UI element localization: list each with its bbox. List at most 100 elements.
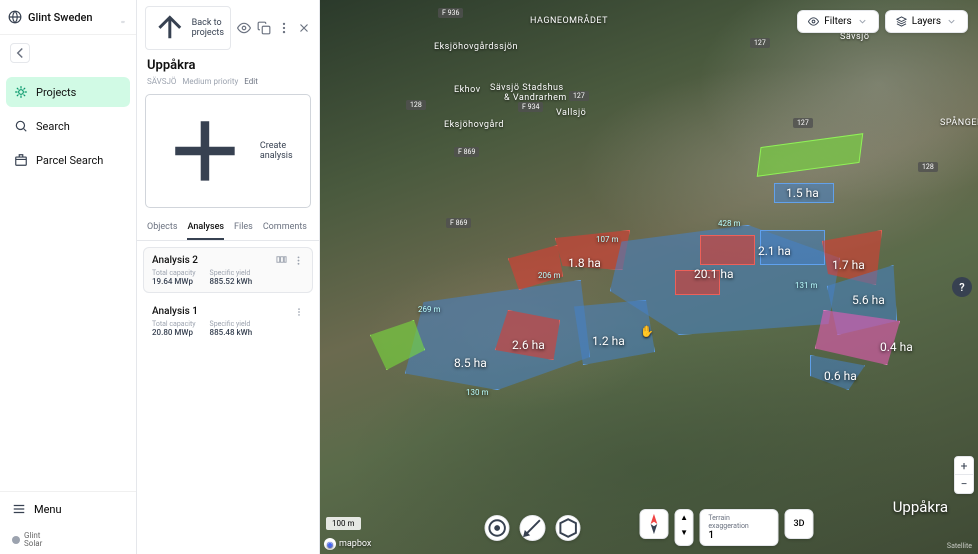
dimension-label: 107 m bbox=[596, 235, 619, 244]
stat-value: 885.48 kWh bbox=[210, 328, 253, 337]
more-button[interactable] bbox=[277, 21, 291, 35]
terrain-value: 1 bbox=[708, 530, 769, 541]
layers-label: Layers bbox=[912, 16, 941, 27]
map-parcel-polygon[interactable] bbox=[700, 235, 755, 265]
sidebar-label: Search bbox=[36, 120, 70, 133]
terrain-exaggeration-control[interactable]: Terrain exaggeration 1 bbox=[699, 509, 778, 546]
zoom-control: + − bbox=[954, 456, 974, 494]
sidebar-item-search[interactable]: Search bbox=[6, 111, 130, 141]
plus-icon bbox=[154, 100, 256, 202]
parcel-area-label: 1.7 ha bbox=[832, 258, 865, 272]
stat-label: Total capacity bbox=[152, 269, 196, 277]
dimension-label: 428 m bbox=[718, 219, 741, 228]
analysis-card[interactable]: Analysis 2 Total capacity19.64 MWp Speci… bbox=[143, 247, 313, 293]
parcel-area-label: 1.2 ha bbox=[592, 334, 625, 348]
stat-label: Specific yield bbox=[210, 269, 253, 277]
zoom-in-button[interactable]: + bbox=[955, 457, 973, 475]
map-place-label: HAGNEOMRÅDET bbox=[530, 16, 608, 26]
close-panel-button[interactable] bbox=[297, 21, 311, 35]
map-place-label: Ekhov bbox=[454, 85, 481, 95]
back-label: Back to projects bbox=[192, 18, 224, 38]
map-place-label: Eksjöhovgård bbox=[444, 120, 504, 130]
sidebar-label: Parcel Search bbox=[36, 154, 103, 167]
compass-button[interactable] bbox=[639, 509, 668, 539]
stat-label: Specific yield bbox=[210, 320, 253, 328]
org-selector[interactable]: Glint Sweden bbox=[0, 0, 136, 35]
parcel-icon bbox=[14, 153, 28, 167]
help-button[interactable]: ? bbox=[952, 277, 972, 297]
map-canvas[interactable]: HAGNEOMRÅDETVallsjöEksjöhovgårdEksjöhovg… bbox=[320, 0, 978, 554]
more-icon[interactable] bbox=[293, 254, 304, 267]
analysis-card[interactable]: Analysis 1 Total capacity20.80 MWp Speci… bbox=[143, 299, 313, 344]
stat-value: 19.64 MWp bbox=[152, 277, 196, 286]
measure-button[interactable] bbox=[520, 515, 545, 541]
sidebar-label: Projects bbox=[36, 86, 76, 99]
project-name-overlay: Uppåkra bbox=[893, 498, 948, 516]
tilt-down-button[interactable]: ▼ bbox=[675, 525, 693, 540]
mapbox-attribution: ◉ mapbox bbox=[324, 538, 371, 550]
road-shield: 127 bbox=[569, 91, 589, 101]
map-parcel-polygon[interactable] bbox=[757, 133, 864, 177]
dimension-label: 269 m bbox=[418, 305, 441, 314]
sidebar-item-projects[interactable]: Projects bbox=[6, 77, 130, 107]
tab-comments[interactable]: Comments bbox=[263, 216, 307, 240]
sidebar-collapse-button[interactable] bbox=[10, 43, 30, 63]
sidebar-menu-button[interactable]: Menu bbox=[0, 492, 136, 526]
draw-polygon-button[interactable] bbox=[555, 515, 580, 541]
edit-project-button[interactable]: Edit bbox=[244, 77, 258, 86]
project-meta: SÄVSJÖ Medium priority Edit bbox=[137, 75, 319, 94]
parcel-area-label: 0.6 ha bbox=[824, 369, 857, 383]
panels-icon[interactable] bbox=[276, 254, 287, 265]
map-parcel-polygon[interactable] bbox=[405, 280, 590, 390]
dimension-label: 206 m bbox=[538, 271, 561, 280]
tab-files[interactable]: Files bbox=[234, 216, 253, 240]
tab-analyses[interactable]: Analyses bbox=[187, 216, 224, 240]
parcel-area-label: 0.4 ha bbox=[880, 340, 913, 354]
cursor-icon: ✋ bbox=[640, 325, 654, 338]
search-icon bbox=[14, 119, 28, 133]
visibility-toggle-button[interactable] bbox=[237, 21, 251, 35]
layers-button[interactable]: Layers bbox=[885, 10, 968, 33]
basemap-label: Satellite bbox=[947, 542, 972, 550]
parcel-area-label: 8.5 ha bbox=[454, 356, 487, 370]
chevron-down-icon bbox=[118, 12, 128, 22]
back-to-projects-button[interactable]: Back to projects bbox=[145, 6, 231, 50]
zoom-out-button[interactable]: − bbox=[955, 475, 973, 493]
more-icon[interactable] bbox=[294, 306, 304, 318]
toggle-3d-button[interactable]: 3D bbox=[785, 509, 814, 539]
stat-value: 20.80 MWp bbox=[152, 328, 196, 337]
copy-button[interactable] bbox=[257, 21, 271, 35]
map-place-label: SPÅNGEN bbox=[940, 118, 978, 128]
project-panel: Back to projects Uppåkra SÄVSJÖ Medium p… bbox=[137, 0, 320, 554]
project-priority: Medium priority bbox=[182, 77, 238, 86]
menu-icon bbox=[12, 502, 26, 516]
tab-objects[interactable]: Objects bbox=[147, 216, 177, 240]
sidebar-item-parcel-search[interactable]: Parcel Search bbox=[6, 145, 130, 175]
brand: GlintSolar bbox=[0, 526, 136, 554]
mapbox-logo-icon: ◉ bbox=[324, 538, 336, 550]
road-shield: 127 bbox=[793, 118, 813, 128]
analysis-name: Analysis 1 bbox=[152, 306, 198, 317]
locate-button[interactable] bbox=[485, 515, 510, 541]
dimension-label: 131 m bbox=[795, 281, 818, 290]
analysis-name: Analysis 2 bbox=[152, 255, 198, 266]
stat-label: Total capacity bbox=[152, 320, 196, 328]
road-shield: F 869 bbox=[446, 218, 471, 228]
road-shield: 128 bbox=[406, 100, 426, 110]
panel-tabs: Objects Analyses Files Comments bbox=[137, 216, 319, 241]
filters-label: Filters bbox=[824, 16, 852, 27]
filters-button[interactable]: Filters bbox=[797, 10, 879, 33]
create-analysis-button[interactable]: Create analysis bbox=[145, 94, 311, 208]
tilt-up-button[interactable]: ▲ bbox=[675, 510, 693, 525]
projects-icon bbox=[14, 85, 28, 99]
stat-value: 885.52 kWh bbox=[210, 277, 253, 286]
app-sidebar: Glint Sweden Projects Search Parcel Sear… bbox=[0, 0, 137, 554]
road-shield: 128 bbox=[918, 162, 938, 172]
arrow-left-icon bbox=[152, 10, 188, 46]
map-parcel-polygon[interactable] bbox=[508, 245, 563, 290]
road-shield: F 936 bbox=[438, 8, 463, 18]
menu-label: Menu bbox=[34, 503, 62, 516]
org-name: Glint Sweden bbox=[28, 11, 112, 24]
project-title: Uppåkra bbox=[137, 56, 319, 75]
parcel-area-label: 2.6 ha bbox=[512, 338, 545, 352]
